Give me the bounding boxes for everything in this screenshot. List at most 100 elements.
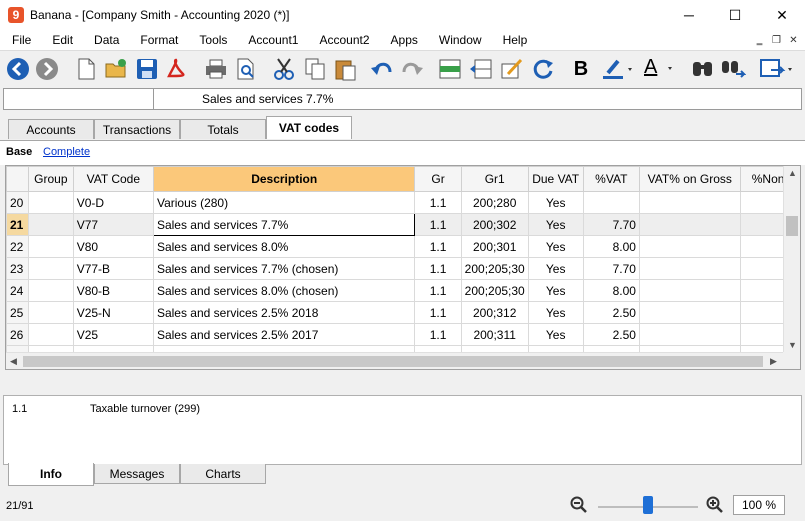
table-row-current[interactable]: 21 V77 Sales and services 7.7% 1.1 200;3… [6, 213, 800, 236]
horizontal-scrollbar[interactable]: ◀ ▶ [6, 352, 784, 369]
pdf-icon[interactable] [163, 56, 189, 82]
cell-due-vat[interactable]: Yes [527, 191, 584, 214]
cell-group[interactable] [27, 235, 74, 258]
cell-vat-code[interactable]: V25 [72, 323, 154, 346]
highlight-color-icon[interactable] [599, 56, 635, 82]
cell-group[interactable] [27, 257, 74, 280]
horizontal-scroll-thumb[interactable] [23, 356, 763, 367]
cell-due-vat[interactable]: Yes [527, 213, 584, 236]
row-number[interactable]: 26 [6, 323, 29, 346]
cell-pct-vat[interactable]: 8.00 [582, 279, 640, 302]
cell-description[interactable]: Sales and services 8.0% (chosen) [152, 279, 416, 302]
bottom-tab-messages[interactable]: Messages [94, 464, 180, 484]
zoom-level-input[interactable]: 100 % [733, 495, 785, 515]
open-folder-icon[interactable] [103, 56, 129, 82]
cell-gr1[interactable]: 200;280 [460, 191, 529, 214]
cell-vat-on-gross[interactable] [638, 257, 741, 280]
cell-vat-code[interactable]: V0-D [72, 191, 154, 214]
tab-totals[interactable]: Totals [180, 119, 266, 139]
find-icon[interactable] [690, 56, 716, 82]
cell-vat-on-gross[interactable] [638, 213, 741, 236]
col-header-gr[interactable]: Gr [414, 166, 462, 192]
cell-vat-on-gross[interactable] [638, 191, 741, 214]
cell-description[interactable]: Sales and services 2.5% 2017 [152, 323, 416, 346]
close-button[interactable]: ✕ [759, 0, 805, 30]
scroll-down-icon[interactable]: ▼ [788, 340, 797, 350]
row-number[interactable]: 23 [6, 257, 29, 280]
col-header-vat-code[interactable]: VAT Code [72, 166, 154, 192]
cell-vat-on-gross[interactable] [638, 301, 741, 324]
scroll-up-icon[interactable]: ▲ [788, 168, 797, 178]
row-number[interactable]: 22 [6, 235, 29, 258]
print-preview-icon[interactable] [233, 56, 259, 82]
cell-gr[interactable]: 1.1 [414, 279, 462, 302]
cell-gr1[interactable]: 200;311 [460, 323, 529, 346]
bottom-tab-charts[interactable]: Charts [180, 464, 266, 484]
col-header-due-vat[interactable]: Due VAT [527, 166, 584, 192]
zoom-in-icon[interactable] [706, 496, 724, 517]
export-icon[interactable] [758, 56, 796, 82]
row-number[interactable]: 24 [6, 279, 29, 302]
scroll-right-icon[interactable]: ▶ [770, 356, 777, 367]
new-file-icon[interactable] [73, 56, 99, 82]
cell-gr1[interactable]: 200;301 [460, 235, 529, 258]
cell-pct-vat[interactable]: 8.00 [582, 235, 640, 258]
mdi-restore-button[interactable]: ❐ [769, 33, 784, 47]
cell-vat-code[interactable]: V80 [72, 235, 154, 258]
menu-tools[interactable]: Tools [187, 33, 236, 47]
cell-gr1[interactable]: 200;205;30 [460, 279, 529, 302]
delete-row-icon[interactable] [468, 56, 494, 82]
cell-due-vat[interactable]: Yes [527, 257, 584, 280]
cell-due-vat[interactable]: Yes [527, 279, 584, 302]
vertical-scroll-thumb[interactable] [786, 216, 798, 236]
mdi-minimize-button[interactable]: ‗ [752, 33, 767, 47]
cell-gr1[interactable]: 200;302 [460, 213, 529, 236]
bold-icon[interactable]: B [568, 56, 594, 82]
table-row[interactable]: 26 V25 Sales and services 2.5% 2017 1.1 … [6, 323, 800, 346]
col-header-group[interactable]: Group [27, 166, 74, 192]
menu-account2[interactable]: Account2 [307, 33, 378, 47]
font-color-icon[interactable]: A [640, 56, 676, 82]
cell-description[interactable]: Sales and services 7.7% (chosen) [152, 257, 416, 280]
menu-help[interactable]: Help [491, 33, 537, 47]
cell-gr[interactable]: 1.1 [414, 323, 462, 346]
tab-accounts[interactable]: Accounts [8, 119, 94, 139]
cell-vat-on-gross[interactable] [638, 235, 741, 258]
view-complete-link[interactable]: Complete [43, 146, 90, 158]
cell-vat-on-gross[interactable] [638, 323, 741, 346]
tab-transactions[interactable]: Transactions [94, 119, 180, 139]
cell-group[interactable] [27, 213, 74, 236]
zoom-out-icon[interactable] [570, 496, 588, 517]
cell-pct-vat[interactable]: 7.70 [582, 213, 640, 236]
row-number[interactable]: 20 [6, 191, 29, 214]
cell-due-vat[interactable]: Yes [527, 235, 584, 258]
redo-icon[interactable] [399, 56, 425, 82]
edit-row-icon[interactable] [499, 56, 525, 82]
col-header-gr1[interactable]: Gr1 [460, 166, 529, 192]
copy-icon[interactable] [302, 56, 328, 82]
cell-due-vat[interactable]: Yes [527, 323, 584, 346]
maximize-button[interactable]: ☐ [712, 0, 758, 30]
menu-format[interactable]: Format [128, 33, 187, 47]
cut-icon[interactable] [271, 56, 297, 82]
back-icon[interactable] [5, 56, 31, 82]
cell-pct-vat[interactable]: 2.50 [582, 323, 640, 346]
cell-pct-vat[interactable]: 2.50 [582, 301, 640, 324]
insert-row-icon[interactable] [437, 56, 463, 82]
table-row[interactable]: 25 V25-N Sales and services 2.5% 2018 1.… [6, 301, 800, 324]
cell-vat-code[interactable]: V80-B [72, 279, 154, 302]
cell-description[interactable]: Various (280) [152, 191, 416, 214]
table-row[interactable]: 24 V80-B Sales and services 8.0% (chosen… [6, 279, 800, 302]
minimize-button[interactable]: ─ [666, 0, 712, 30]
cell-due-vat[interactable]: Yes [527, 301, 584, 324]
cell-group[interactable] [27, 279, 74, 302]
cell-gr[interactable]: 1.1 [414, 301, 462, 324]
cell-description-selected[interactable]: Sales and services 7.7% [152, 213, 416, 236]
cell-group[interactable] [27, 323, 74, 346]
table-row[interactable]: 20 V0-D Various (280) 1.1 200;280 Yes [6, 191, 800, 214]
row-number[interactable]: 25 [6, 301, 29, 324]
cell-group[interactable] [27, 301, 74, 324]
cell-pct-vat[interactable]: 7.70 [582, 257, 640, 280]
menu-edit[interactable]: Edit [40, 33, 82, 47]
forward-icon[interactable] [34, 56, 60, 82]
